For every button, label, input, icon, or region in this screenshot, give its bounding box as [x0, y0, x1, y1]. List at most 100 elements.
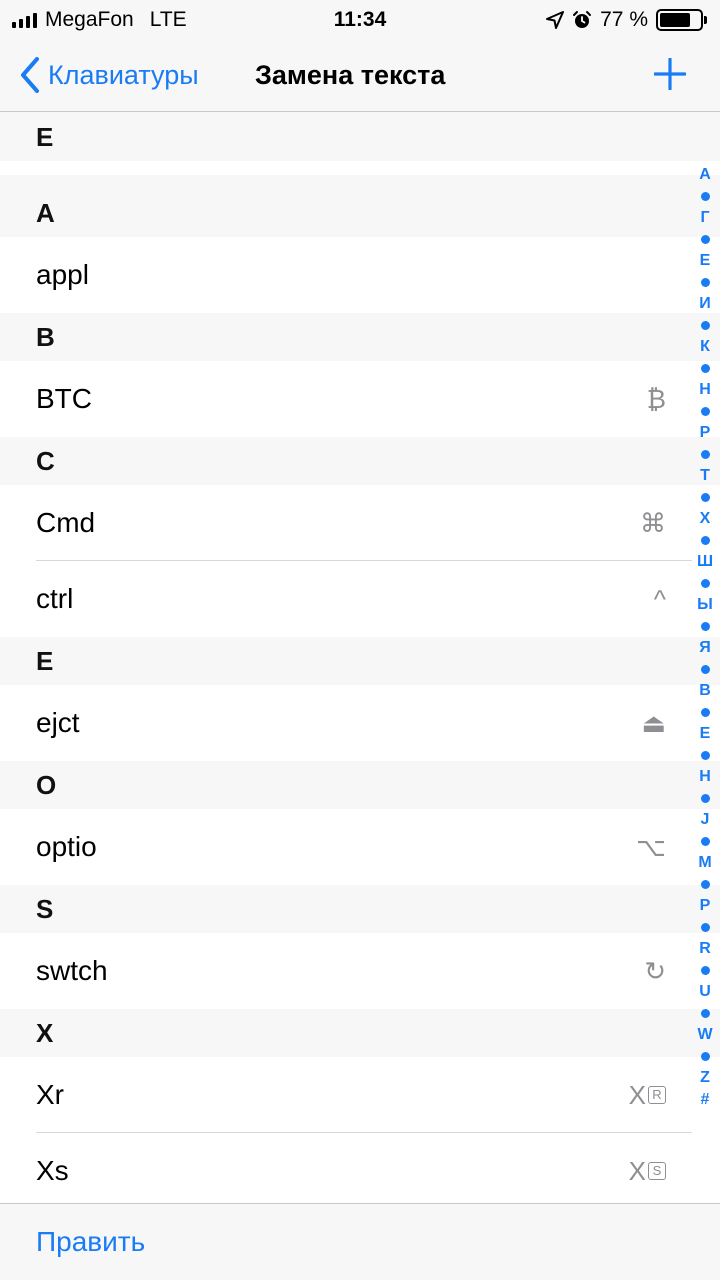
- index-dot: [700, 622, 710, 631]
- phrase-label: ctrl: [36, 583, 74, 614]
- index-dot: [700, 192, 710, 201]
- index-dot: [700, 794, 710, 803]
- shortcut-symbol: XS: [629, 1133, 666, 1209]
- shortcut-symbol-text: ↻: [644, 956, 666, 986]
- index-dot: [700, 1052, 710, 1061]
- index-letter[interactable]: Т: [700, 465, 710, 487]
- section-index[interactable]: A Г Е И К Н Р Т Х Ш Ы Я B E H J M P R U W Z #: [694, 164, 716, 1111]
- shortcut-symbol: ⌥: [636, 809, 666, 885]
- index-letter[interactable]: A: [699, 164, 711, 186]
- shortcut-symbol: ⏏: [641, 685, 666, 761]
- index-letter[interactable]: E: [700, 723, 711, 745]
- section-header: X: [0, 1009, 720, 1057]
- index-letter[interactable]: #: [701, 1089, 710, 1111]
- index-dot: [700, 235, 710, 244]
- status-right: 77 %: [546, 6, 708, 34]
- index-letter[interactable]: Ы: [697, 594, 713, 616]
- section-header: C: [0, 437, 720, 485]
- index-letter[interactable]: R: [699, 938, 711, 960]
- phrase-label: Xr: [36, 1079, 64, 1110]
- battery-icon: [656, 9, 708, 31]
- shortcut-symbol: XR: [629, 1057, 666, 1133]
- index-dot: [700, 493, 710, 502]
- phrase-label: appl: [36, 259, 89, 290]
- shortcut-symbol: ₿: [647, 361, 666, 437]
- index-letter[interactable]: И: [699, 293, 711, 315]
- phrase-label: optio: [36, 831, 97, 862]
- section-spacer: [0, 175, 720, 189]
- index-letter[interactable]: M: [698, 852, 711, 874]
- list-item[interactable]: Xs X S: [0, 1133, 720, 1209]
- index-dot: [700, 880, 710, 889]
- index-dot: [700, 923, 710, 932]
- section-header: E: [0, 637, 720, 685]
- list-item[interactable]: BTC ₿: [0, 361, 720, 437]
- bottom-toolbar: Править: [0, 1203, 720, 1280]
- phrase-label: ejct: [36, 707, 80, 738]
- boxed-letter: S: [648, 1162, 666, 1180]
- list-item[interactable]: optio ⌥: [0, 809, 720, 885]
- index-letter[interactable]: Ш: [697, 551, 713, 573]
- index-letter[interactable]: P: [700, 895, 711, 917]
- battery-percentage: 77 %: [600, 8, 648, 31]
- index-dot: [700, 579, 710, 588]
- shortcut-symbol-text: ⌥: [636, 832, 666, 862]
- index-dot: [700, 1009, 710, 1018]
- list-item[interactable]: Cmd ⌘: [0, 485, 720, 561]
- index-letter[interactable]: К: [700, 336, 710, 358]
- page-title: Замена текста: [255, 60, 446, 90]
- section-header: O: [0, 761, 720, 809]
- index-dot: [700, 837, 710, 846]
- index-letter[interactable]: Н: [699, 379, 711, 401]
- index-dot: [700, 966, 710, 975]
- chevron-left-icon: [21, 57, 39, 93]
- index-letter[interactable]: H: [699, 766, 711, 788]
- index-letter[interactable]: Х: [700, 508, 711, 530]
- index-letter[interactable]: Г: [700, 207, 709, 229]
- index-dot: [700, 407, 710, 416]
- index-dot: [700, 665, 710, 674]
- list-item[interactable]: Xr X R: [0, 1057, 720, 1133]
- back-button[interactable]: Клавиатуры: [20, 54, 199, 96]
- index-dot: [700, 278, 710, 287]
- index-letter[interactable]: Z: [700, 1067, 710, 1089]
- location-arrow-icon: [546, 11, 565, 29]
- index-dot: [700, 751, 710, 760]
- index-letter[interactable]: W: [697, 1024, 712, 1046]
- phrase-label: swtch: [36, 955, 108, 986]
- index-dot: [700, 321, 710, 330]
- index-letter[interactable]: Я: [699, 637, 711, 659]
- status-bar: MegaFon LTE 11:34 77 %: [0, 0, 720, 40]
- phrase-label: BTC: [36, 383, 92, 414]
- phrase-label: Xs: [36, 1155, 69, 1186]
- shortcut-symbol-text: ₿: [646, 384, 666, 414]
- index-dot: [700, 708, 710, 717]
- index-letter[interactable]: J: [701, 809, 710, 831]
- plus-icon[interactable]: [654, 58, 686, 90]
- section-header: E: [0, 113, 720, 161]
- list-item[interactable]: ejct ⏏: [0, 685, 720, 761]
- shortcut-symbol-text: X: [628, 1080, 646, 1110]
- index-letter[interactable]: B: [699, 680, 711, 702]
- section-separator: [0, 161, 720, 175]
- sections-container: Aappl B BTC ₿ C Cmd ⌘ ctrl ^ Eejct ⏏ Ooptio ⌥ Sswtch ↻…: [0, 189, 720, 1209]
- index-dot: [700, 536, 710, 545]
- shortcut-symbol-text: ^: [653, 584, 666, 614]
- index-dot: [700, 364, 710, 373]
- list-item[interactable]: appl: [0, 237, 720, 313]
- replacement-list: E Aappl B BTC ₿ C Cmd ⌘ ctrl ^ Eejct ⏏ Ooptio ⌥ Sswtc…: [0, 113, 720, 1209]
- list-item[interactable]: swtch ↻: [0, 933, 720, 1009]
- section-header: S: [0, 885, 720, 933]
- phrase-label: Cmd: [36, 507, 96, 538]
- shortcut-symbol: ⌘: [640, 485, 666, 561]
- list-item[interactable]: ctrl ^: [0, 561, 720, 637]
- shortcut-symbol-text: X: [628, 1156, 646, 1186]
- shortcut-symbol: ↻: [644, 933, 666, 1009]
- index-letter[interactable]: Е: [700, 250, 711, 272]
- index-letter[interactable]: U: [699, 981, 711, 1003]
- section-header: B: [0, 313, 720, 361]
- shortcut-symbol: ^: [654, 561, 666, 637]
- index-letter[interactable]: Р: [700, 422, 711, 444]
- navigation-bar: Клавиатуры Замена текста: [0, 40, 720, 112]
- edit-button[interactable]: Править: [36, 1224, 145, 1260]
